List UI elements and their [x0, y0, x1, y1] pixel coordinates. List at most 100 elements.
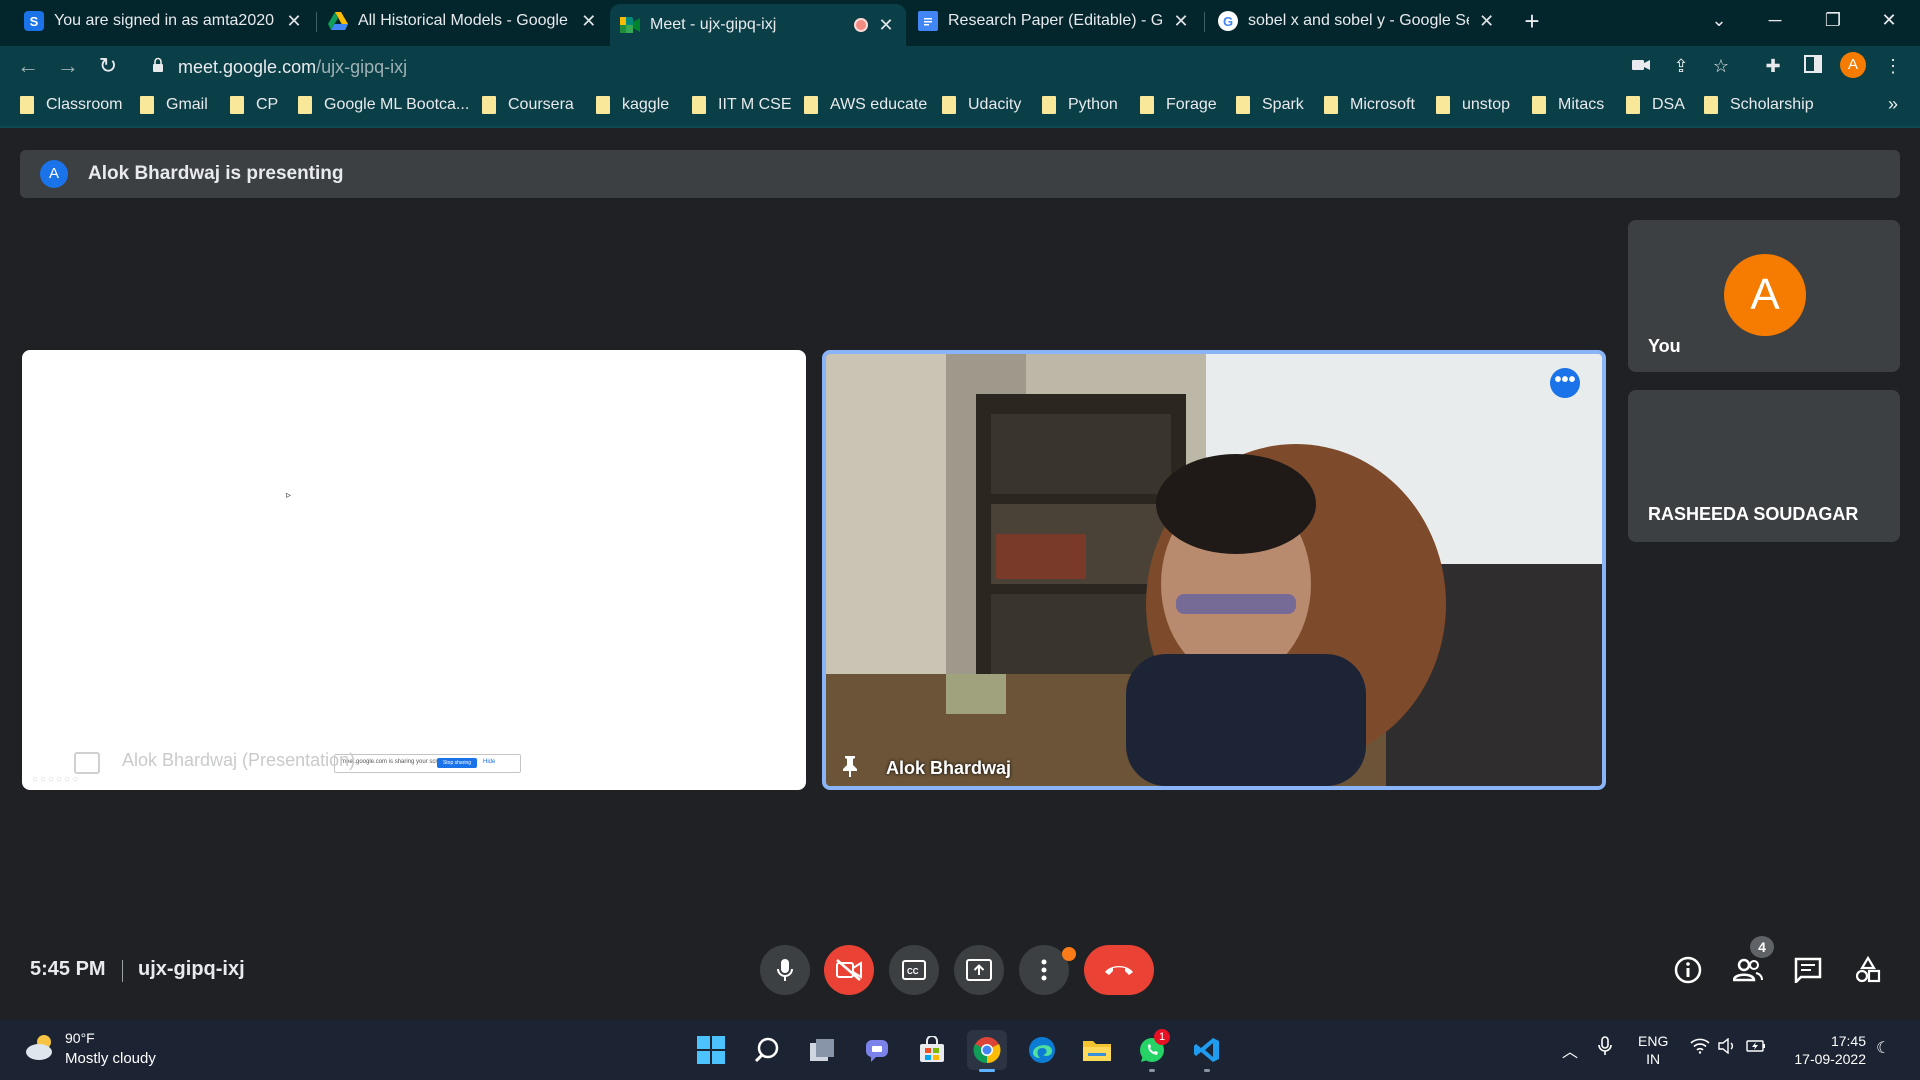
more-bookmarks-button[interactable]: »: [1888, 94, 1898, 115]
bookmark-aws-educate[interactable]: AWS educate: [804, 96, 927, 114]
close-tab-icon[interactable]: ✕: [580, 11, 598, 32]
bookmark-microsoft[interactable]: Microsoft: [1324, 96, 1415, 114]
task-view-button[interactable]: [802, 1030, 842, 1070]
tab-signed-in[interactable]: S You are signed in as amta2020 ✕: [14, 4, 314, 38]
back-arrow-icon[interactable]: ←: [14, 52, 42, 80]
store-bag-icon: [920, 1036, 944, 1062]
vscode-icon: [1194, 1038, 1219, 1062]
pin-icon[interactable]: [840, 754, 860, 778]
start-button[interactable]: [691, 1030, 731, 1070]
bookmark-unstop[interactable]: unstop: [1436, 96, 1510, 114]
star-icon[interactable]: ☆: [1710, 55, 1732, 77]
camera-off-button[interactable]: [824, 945, 874, 995]
folder-icon: [1532, 96, 1546, 114]
bookmark-spark[interactable]: Spark: [1236, 96, 1304, 114]
forward-arrow-icon[interactable]: →: [54, 52, 82, 80]
close-tab-icon[interactable]: ✕: [284, 11, 304, 32]
bookmark-google-ml[interactable]: Google ML Bootca...: [298, 96, 469, 114]
weather-temperature[interactable]: 90°F: [65, 1030, 95, 1046]
minimize-button[interactable]: ─: [1752, 6, 1798, 34]
presentation-tile[interactable]: ▹ meet.google.com is sharing your screen…: [22, 350, 806, 790]
chat-button[interactable]: [1790, 952, 1826, 988]
tab-google-drive[interactable]: All Historical Models - Google Dr ✕: [318, 4, 608, 38]
participant-name: Alok Bhardwaj: [886, 758, 1012, 778]
folder-icon: [1236, 96, 1250, 114]
tab-search-chevron-icon[interactable]: ⌄: [1696, 6, 1742, 34]
captions-button[interactable]: CC: [889, 945, 939, 995]
meeting-code: ujx-gipq-ixj: [138, 958, 245, 980]
bookmark-classroom[interactable]: Classroom: [20, 96, 122, 114]
google-drive-icon: [328, 11, 348, 31]
close-tab-icon[interactable]: ✕: [1172, 11, 1190, 32]
new-tab-button[interactable]: +: [1518, 8, 1546, 36]
restore-button[interactable]: ❐: [1810, 6, 1856, 34]
tab-google-search[interactable]: G sobel x and sobel y - Google Sea ✕: [1208, 4, 1506, 38]
clock-date: 17-09-2022: [1794, 1051, 1866, 1067]
thumbnail-dots-icon: ○○○○○○: [32, 774, 81, 785]
tab-meet[interactable]: Meet - ujx-gipq-ixj ✕: [610, 4, 906, 46]
battery-charging-icon[interactable]: [1746, 1038, 1766, 1059]
system-clock[interactable]: 17:45 17-09-2022: [1776, 1032, 1866, 1068]
show-hidden-icons-chevron-icon[interactable]: ︿: [1562, 1038, 1578, 1062]
wifi-icon[interactable]: [1690, 1038, 1710, 1059]
notification-moon-icon[interactable]: ☾: [1876, 1038, 1890, 1058]
meeting-details-button[interactable]: [1670, 952, 1706, 988]
search-button[interactable]: [747, 1030, 787, 1070]
teams-chat-button[interactable]: [857, 1030, 897, 1070]
bookmark-dsa[interactable]: DSA: [1626, 96, 1685, 114]
folder-icon: [942, 96, 956, 114]
self-label: You: [1648, 336, 1681, 356]
bookmark-udacity[interactable]: Udacity: [942, 96, 1021, 114]
share-icon[interactable]: ⇪: [1670, 55, 1692, 77]
tab-research-paper[interactable]: Research Paper (Editable) - Goog ✕: [908, 4, 1200, 38]
profile-avatar[interactable]: A: [1840, 52, 1866, 78]
close-tab-icon[interactable]: ✕: [876, 15, 896, 36]
folder-icon: [596, 96, 610, 114]
bookmark-mitacs[interactable]: Mitacs: [1532, 96, 1604, 114]
address-bar[interactable]: meet.google.com/ujx-gipq-ixj: [140, 50, 1760, 82]
search-icon: [754, 1037, 779, 1063]
bookmark-gmail[interactable]: Gmail: [140, 96, 208, 114]
self-tile[interactable]: A You: [1628, 220, 1900, 372]
bookmark-kaggle[interactable]: kaggle: [596, 96, 669, 114]
kebab-menu-icon[interactable]: ⋮: [1882, 55, 1904, 77]
reload-icon[interactable]: ↻: [94, 52, 122, 80]
bookmark-scholarship[interactable]: Scholarship: [1704, 96, 1814, 114]
bookmark-python[interactable]: Python: [1042, 96, 1118, 114]
close-window-button[interactable]: ✕: [1866, 6, 1912, 34]
bookmark-iitm-cse[interactable]: IIT M CSE: [692, 96, 792, 114]
extensions-icon[interactable]: ✚: [1762, 55, 1784, 77]
present-now-button[interactable]: [954, 945, 1004, 995]
folder-icon: [298, 96, 312, 114]
weather-condition[interactable]: Mostly cloudy: [65, 1050, 156, 1067]
folder-icon: [1436, 96, 1450, 114]
bookmark-cp[interactable]: CP: [230, 96, 278, 114]
bookmark-label: kaggle: [622, 96, 670, 113]
more-options-icon[interactable]: •••: [1550, 368, 1580, 398]
cloudy-weather-icon[interactable]: [24, 1032, 58, 1062]
camera-blocked-icon[interactable]: [1630, 55, 1652, 77]
camera-tile[interactable]: ••• Alok Bhardwaj: [822, 350, 1606, 790]
activities-button[interactable]: [1850, 952, 1886, 988]
folder-icon: [692, 96, 706, 114]
tab-divider: [1204, 12, 1205, 32]
tray-microphone-icon[interactable]: [1598, 1036, 1612, 1061]
edge-button[interactable]: [1022, 1030, 1062, 1070]
microsoft-store-button[interactable]: [912, 1030, 952, 1070]
bookmark-coursera[interactable]: Coursera: [482, 96, 574, 114]
side-panel-icon[interactable]: [1802, 55, 1824, 77]
file-explorer-button[interactable]: [1077, 1030, 1117, 1070]
bookmark-label: AWS educate: [830, 96, 928, 113]
volume-icon[interactable]: [1718, 1037, 1736, 1059]
presenter-avatar: A: [40, 160, 68, 188]
edge-icon: [1029, 1037, 1055, 1063]
input-language-indicator[interactable]: ENG IN: [1638, 1032, 1668, 1068]
close-tab-icon[interactable]: ✕: [1477, 11, 1496, 32]
vscode-button[interactable]: [1187, 1030, 1227, 1070]
leave-call-button[interactable]: [1084, 945, 1154, 995]
microphone-button[interactable]: [760, 945, 810, 995]
participant-tile[interactable]: RASHEEDA SOUDAGAR: [1628, 390, 1900, 542]
chrome-button[interactable]: [967, 1030, 1007, 1070]
region-code: IN: [1646, 1051, 1661, 1067]
bookmark-forage[interactable]: Forage: [1140, 96, 1217, 114]
